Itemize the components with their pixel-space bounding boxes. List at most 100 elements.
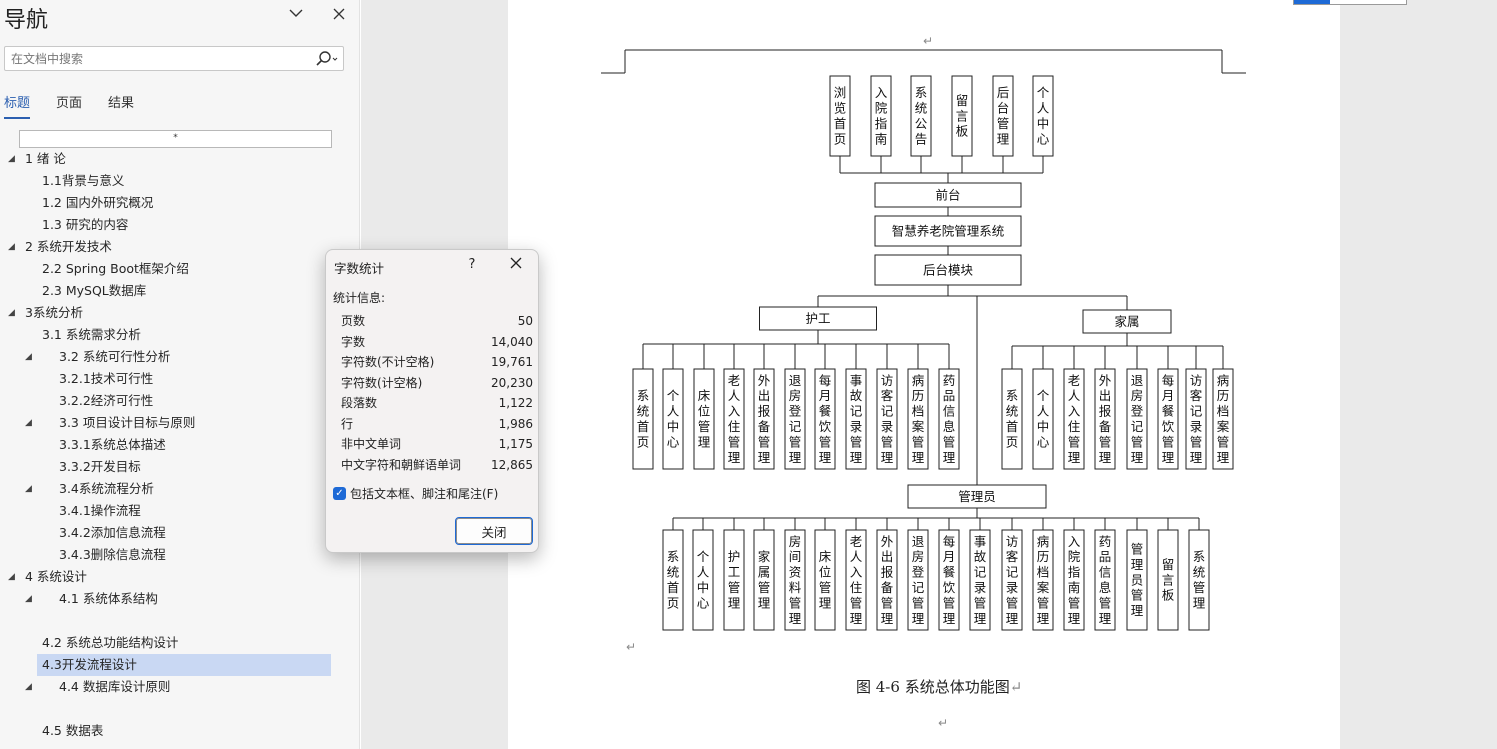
function-box-label: 药品信息管理 [943, 373, 956, 465]
stat-label: 字符数(计空格) [341, 375, 423, 390]
system-box: 智慧养老院管理系统 [874, 215, 1022, 247]
function-box: 个人中心 [1032, 368, 1054, 470]
statistics-label: 统计信息: [333, 291, 386, 305]
function-box-label: 老人入住管理 [728, 373, 741, 465]
close-icon[interactable] [505, 255, 527, 275]
stat-value: 14,040 [491, 334, 533, 349]
function-box: 系统首页 [1001, 368, 1023, 470]
function-box-label: 每月餐饮管理 [1162, 373, 1175, 465]
function-box: 外出报备管理 [1094, 368, 1116, 470]
function-box: 床位管理 [693, 368, 715, 470]
function-box-label: 管理员管理 [1131, 542, 1144, 619]
function-box-label: 系统首页 [667, 549, 680, 610]
function-box-label: 事故记录管理 [974, 534, 987, 626]
function-box-label: 访客记录管理 [1006, 534, 1019, 626]
close-button[interactable]: 关闭 [455, 517, 533, 545]
stat-row: 段落数 1,122 [341, 393, 533, 414]
stat-row: 行 1,986 [341, 414, 533, 435]
paragraph-mark: ↵ [923, 34, 934, 48]
function-box: 病历档案管理 [907, 368, 929, 470]
function-box-label: 家属管理 [758, 549, 771, 610]
function-box: 系统首页 [632, 368, 654, 470]
function-box-label: 退房登记管理 [1131, 373, 1144, 465]
function-box-label: 浏览首页 [834, 85, 847, 146]
stat-value: 1,986 [498, 416, 533, 431]
function-box: 病历档案管理 [1032, 529, 1054, 631]
help-button[interactable]: ? [462, 255, 482, 275]
family-box: 家属 [1082, 309, 1172, 334]
stat-value: 1,122 [498, 396, 533, 410]
function-box-label: 留言板 [1162, 557, 1175, 603]
function-box: 药品信息管理 [1094, 529, 1116, 631]
function-box: 家属管理 [753, 529, 775, 631]
function-box: 药品信息管理 [938, 368, 960, 470]
stat-value: 50 [517, 314, 533, 328]
paragraph-mark: ↵ [1009, 678, 1023, 696]
include-textboxes-checkbox[interactable]: ✓ 包括文本框、脚注和尾注(F) [333, 485, 498, 502]
stat-value: 19,761 [491, 355, 533, 369]
function-box-label: 老人入住管理 [850, 534, 863, 626]
admin-box: 管理员 [907, 484, 1047, 509]
function-box-label: 入院指南管理 [1068, 534, 1081, 626]
front-box-label: 前台 [935, 188, 960, 203]
backend-box-label: 后台模块 [923, 263, 974, 278]
stat-value: 12,865 [491, 457, 533, 472]
figure-caption: 图 4-6 系统总体功能图↵ [856, 676, 1022, 697]
statistics-table: 页数 50 字数 14,040 字符数(不计空格) 19,761 字符数(计空格) 20,23… [341, 311, 533, 475]
word-window: 导航 标题 页面 结果 * ◢1 绪 论1.1背景与意义1.2 国内外研究概况1… [0, 0, 1497, 749]
function-box: 病历档案管理 [1212, 368, 1234, 470]
stat-label: 段落数 [341, 396, 378, 410]
function-box: 房间资料管理 [784, 529, 806, 631]
system-box-label: 智慧养老院管理系统 [892, 224, 1005, 239]
function-box: 访客记录管理 [1001, 529, 1023, 631]
function-box-label: 退房登记管理 [912, 534, 925, 626]
function-box: 入院指南管理 [1063, 529, 1085, 631]
word-count-dialog: 字数统计 ? 统计信息: 页数 50 字数 14,040 字符数(不计空格) 19,761… [325, 249, 539, 553]
function-box-label: 床位管理 [698, 388, 711, 449]
function-box: 浏览首页 [829, 75, 851, 157]
function-box: 床位管理 [814, 529, 836, 631]
function-box-label: 入院指南 [875, 85, 888, 146]
checkbox-label: 包括文本框、脚注和尾注(F) [350, 487, 499, 501]
stat-label: 页数 [341, 314, 366, 328]
function-box: 事故记录管理 [845, 368, 867, 470]
function-box-label: 个人中心 [1037, 388, 1050, 449]
function-box: 留言板 [951, 75, 973, 157]
admin-box-label: 管理员 [958, 489, 996, 504]
function-box: 管理员管理 [1126, 529, 1148, 631]
function-box-label: 药品信息管理 [1099, 534, 1112, 626]
function-box: 访客记录管理 [876, 368, 898, 470]
function-box-label: 每月餐饮管理 [819, 373, 832, 465]
function-box: 退房登记管理 [1126, 368, 1148, 470]
function-box: 老人入住管理 [845, 529, 867, 631]
function-box-label: 外出报备管理 [1099, 373, 1112, 465]
stat-row: 页数 50 [341, 311, 533, 332]
function-box-label: 访客记录管理 [1190, 373, 1203, 465]
stat-label: 行 [341, 416, 354, 431]
function-box: 护工管理 [723, 529, 745, 631]
function-box: 系统首页 [662, 529, 684, 631]
checkbox-checked-icon: ✓ [333, 487, 346, 500]
function-box: 留言板 [1157, 529, 1179, 631]
function-box-label: 病历档案管理 [1037, 534, 1050, 626]
function-box: 外出报备管理 [753, 368, 775, 470]
function-box: 后台管理 [992, 75, 1014, 157]
function-box: 入院指南 [870, 75, 892, 157]
function-box: 系统公告 [910, 75, 932, 157]
function-box-label: 外出报备管理 [881, 534, 894, 626]
function-box: 个人中心 [1032, 75, 1054, 157]
function-box-label: 退房登记管理 [789, 373, 802, 465]
paragraph-mark: ↵ [626, 640, 637, 654]
function-box: 事故记录管理 [969, 529, 991, 631]
dialog-title: 字数统计 [334, 261, 385, 276]
function-box-label: 床位管理 [819, 549, 832, 610]
function-box-label: 留言板 [956, 93, 969, 139]
function-box-label: 事故记录管理 [850, 373, 863, 465]
function-box: 每月餐饮管理 [1157, 368, 1179, 470]
function-box-label: 每月餐饮管理 [943, 534, 956, 626]
stat-row: 字数 14,040 [341, 332, 533, 353]
function-box-label: 后台管理 [997, 85, 1010, 146]
stat-label: 非中文单词 [341, 437, 402, 451]
function-box-label: 访客记录管理 [881, 373, 894, 465]
stat-value: 1,175 [498, 437, 533, 451]
